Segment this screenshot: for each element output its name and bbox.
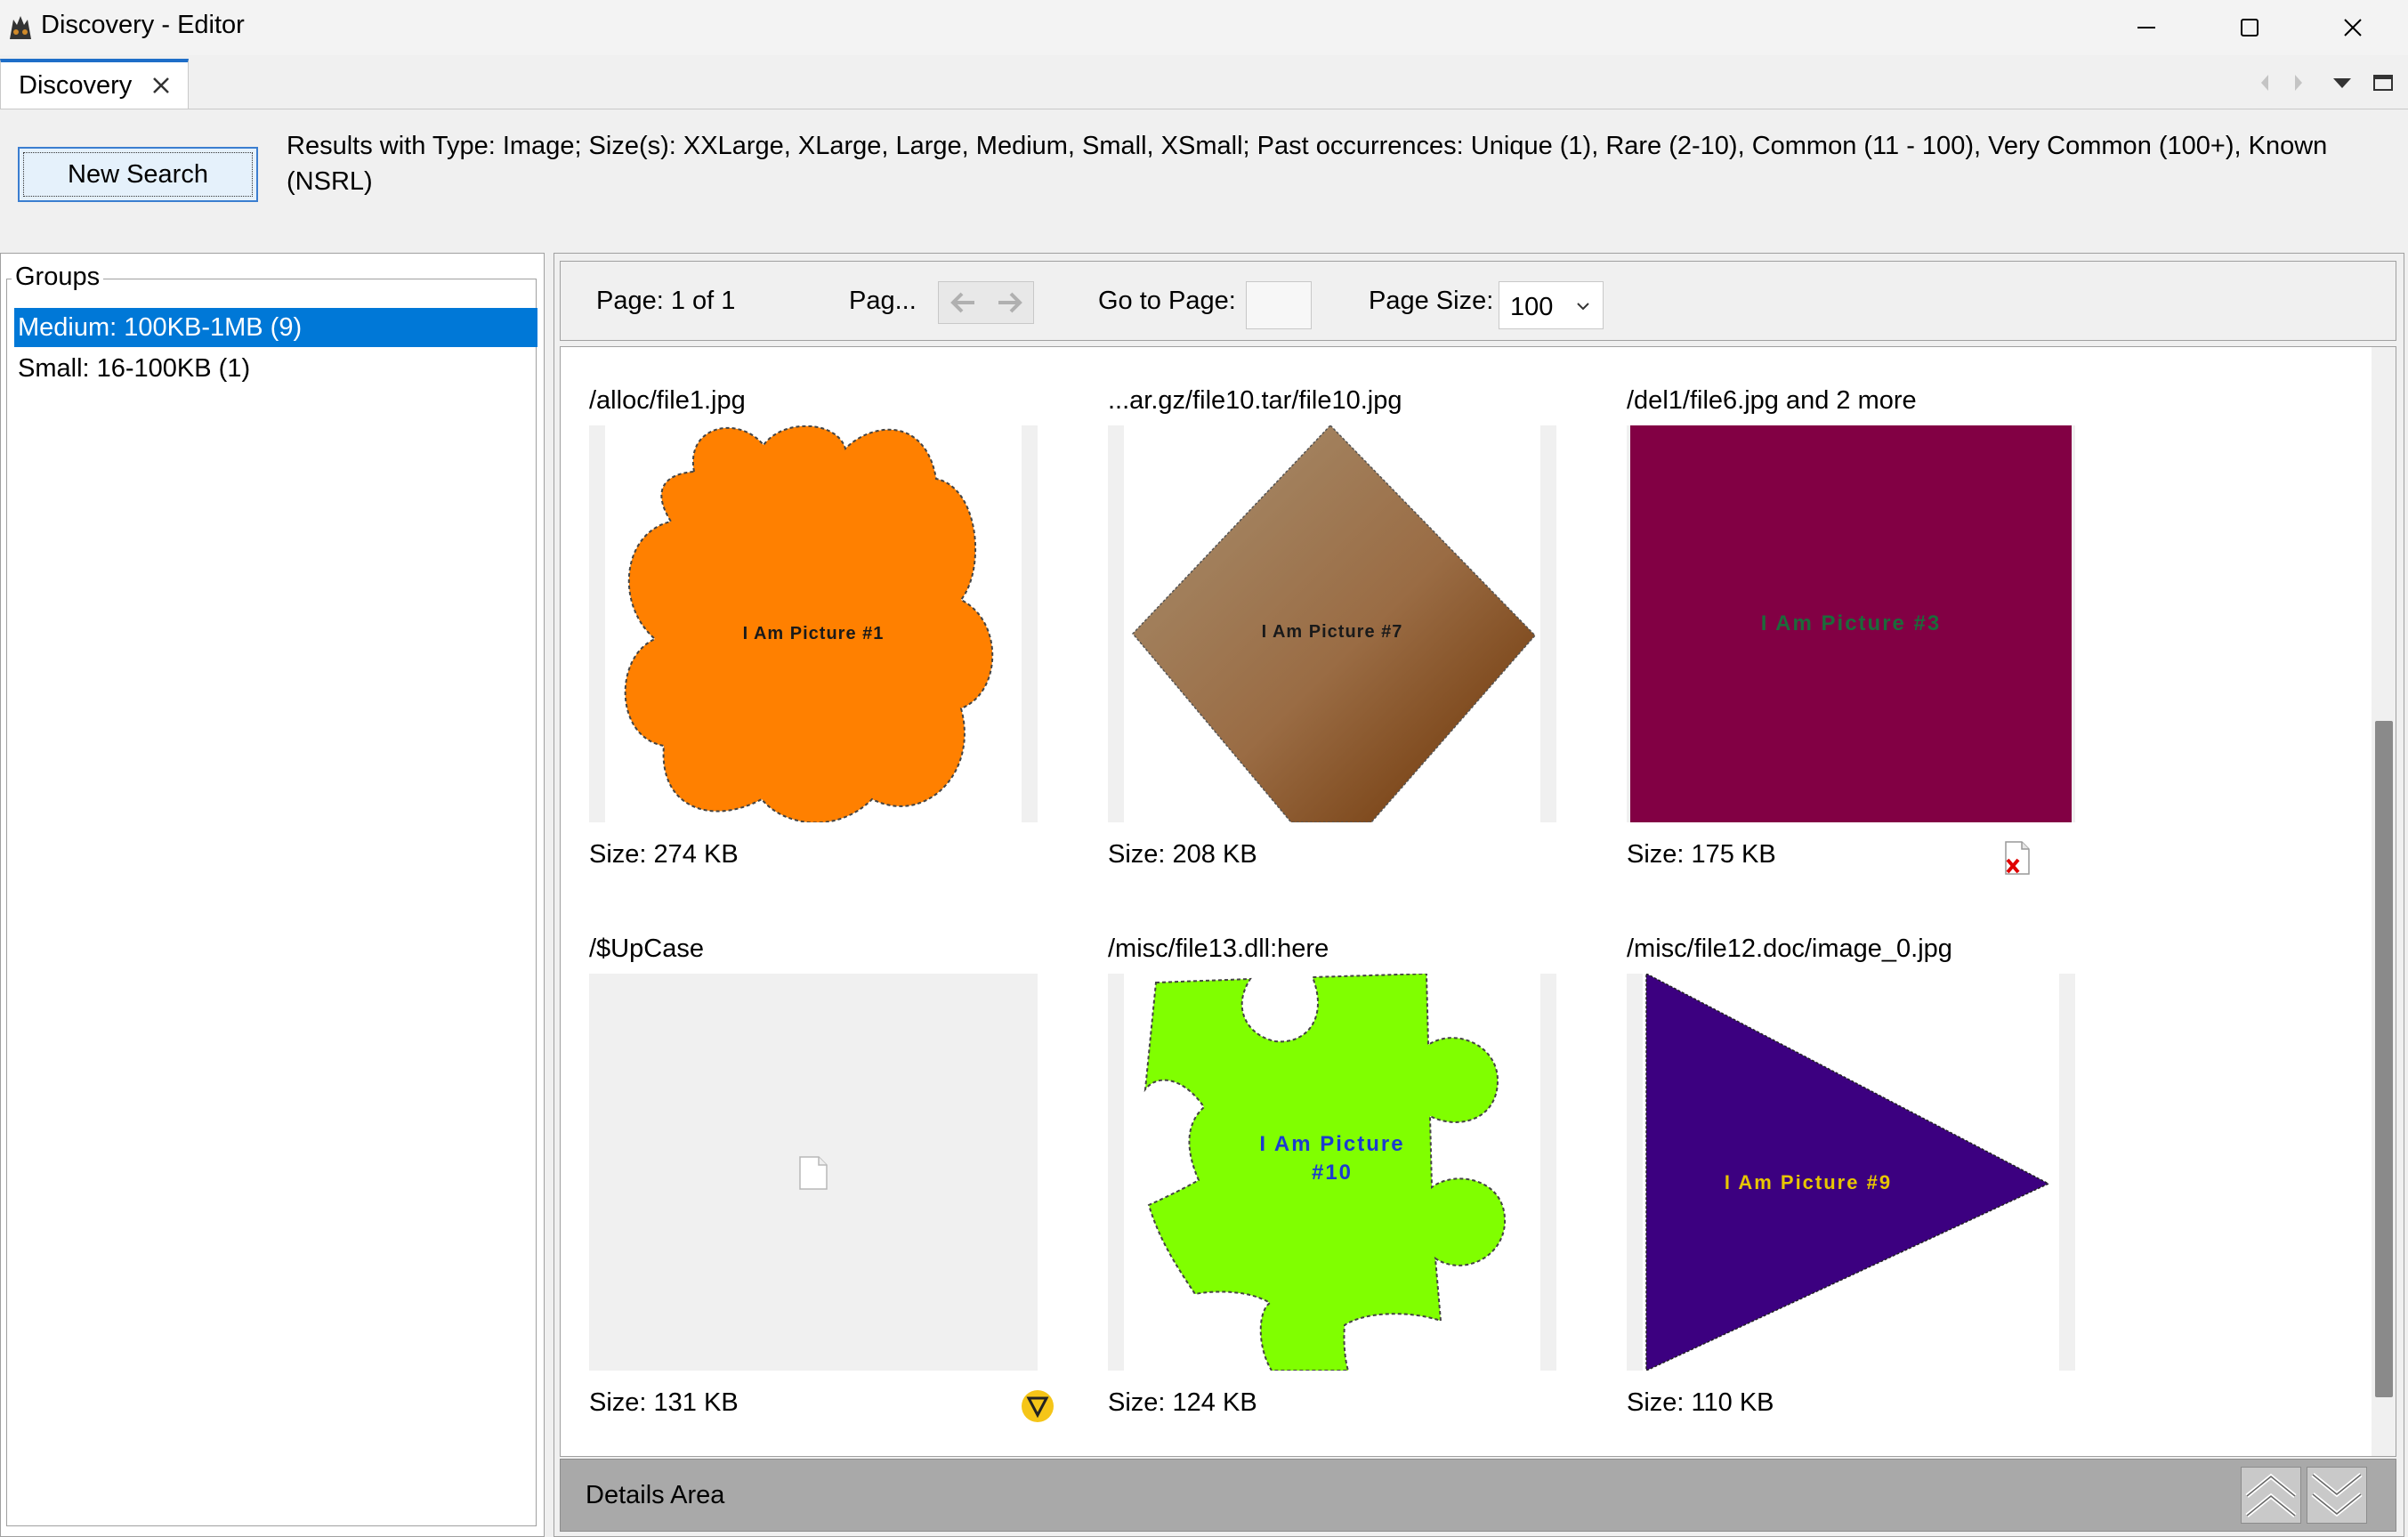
result-card[interactable]: /del1/file6.jpg and 2 more I Am Picture … bbox=[1627, 386, 2107, 902]
groups-list: Medium: 100KB-1MB (9) Small: 16-100KB (1… bbox=[6, 279, 537, 1526]
image-caption: I Am Picture #7 bbox=[1262, 622, 1403, 642]
result-path: /$UpCase bbox=[589, 934, 704, 963]
diamond-image: I Am Picture #7 bbox=[1131, 425, 1537, 822]
goto-page-label: Go to Page: bbox=[1098, 287, 1236, 315]
tab-discovery[interactable]: Discovery bbox=[0, 59, 189, 109]
flower-image: I Am Picture #1 bbox=[624, 425, 994, 822]
details-area: Details Area bbox=[560, 1459, 2396, 1532]
result-size: Size: 274 KB bbox=[589, 840, 739, 869]
double-chevron-up-icon bbox=[2245, 1473, 2297, 1517]
deleted-file-icon bbox=[2005, 841, 2030, 875]
title-bar: Discovery - Editor bbox=[0, 0, 2408, 55]
square-image: I Am Picture #3 bbox=[1761, 611, 1942, 635]
maximize-panel-button[interactable] bbox=[2365, 68, 2401, 98]
result-thumbnail[interactable]: I Am Picture #7 bbox=[1108, 425, 1556, 822]
result-size: Size: 175 KB bbox=[1627, 840, 1776, 869]
triangle-image: I Am Picture #9 bbox=[1645, 974, 2050, 1371]
groups-title: Groups bbox=[12, 263, 104, 292]
goto-page-input[interactable] bbox=[1246, 281, 1312, 329]
result-thumbnail[interactable] bbox=[589, 974, 1038, 1371]
result-path: /del1/file6.jpg and 2 more bbox=[1627, 386, 1917, 415]
result-card[interactable]: /misc/file13.dll:here I Am Picture #10 S… bbox=[1108, 934, 1588, 1451]
tab-list-dropdown-button[interactable] bbox=[2324, 68, 2360, 98]
groups-panel: Medium: 100KB-1MB (9) Small: 16-100KB (1… bbox=[0, 253, 545, 1537]
autopsy-app-icon bbox=[10, 16, 31, 39]
chevron-left-icon bbox=[2261, 75, 2268, 91]
window-title: Discovery - Editor bbox=[41, 11, 245, 39]
collapse-details-button[interactable] bbox=[2307, 1467, 2367, 1524]
chevron-down-icon bbox=[1577, 303, 1589, 311]
new-search-label: New Search bbox=[23, 152, 253, 197]
expand-details-button[interactable] bbox=[2241, 1467, 2301, 1524]
minimize-icon bbox=[2137, 27, 2155, 28]
result-card[interactable]: /$UpCase Size: 131 KB bbox=[589, 934, 1070, 1451]
image-caption: I Am Picture #10 bbox=[1259, 1132, 1405, 1185]
new-search-button[interactable]: New Search bbox=[18, 147, 258, 202]
image-caption: I Am Picture #3 bbox=[1761, 611, 1942, 635]
group-item-medium[interactable]: Medium: 100KB-1MB (9) bbox=[14, 308, 537, 347]
close-window-button[interactable] bbox=[2301, 0, 2404, 55]
result-path: /misc/file13.dll:here bbox=[1108, 934, 1329, 963]
results-grid: /alloc/file1.jpg I Am Picture #1 Size: 2… bbox=[560, 346, 2396, 1457]
blank-file-icon bbox=[799, 1156, 828, 1190]
result-size: Size: 208 KB bbox=[1108, 840, 1257, 869]
result-thumbnail[interactable]: I Am Picture #1 bbox=[589, 425, 1038, 822]
minimize-button[interactable] bbox=[2095, 0, 2198, 55]
result-size: Size: 124 KB bbox=[1108, 1388, 1257, 1417]
tab-label: Discovery bbox=[19, 71, 133, 100]
result-size: Size: 131 KB bbox=[589, 1388, 739, 1417]
group-item-small[interactable]: Small: 16-100KB (1) bbox=[14, 349, 537, 388]
scroll-tabs-right-button[interactable] bbox=[2283, 68, 2314, 98]
image-caption: I Am Picture #1 bbox=[743, 624, 885, 643]
page-truncated-label: Pag... bbox=[849, 287, 917, 315]
results-scrollbar[interactable] bbox=[2372, 347, 2396, 1456]
next-page-button[interactable] bbox=[986, 282, 1033, 323]
arrow-left-icon bbox=[949, 292, 974, 313]
search-criteria-text: Results with Type: Image; Size(s): XXLar… bbox=[287, 132, 2328, 196]
maximize-icon bbox=[2241, 19, 2259, 36]
result-thumbnail[interactable]: I Am Picture #10 bbox=[1108, 974, 1556, 1371]
result-path: /alloc/file1.jpg bbox=[589, 386, 746, 415]
previous-page-button[interactable] bbox=[939, 282, 986, 323]
double-chevron-down-icon bbox=[2311, 1473, 2363, 1517]
paging-toolbar: Page: 1 of 1 Pag... Go to Page: Page Siz… bbox=[560, 261, 2396, 341]
results-panel: Page: 1 of 1 Pag... Go to Page: Page Siz… bbox=[554, 253, 2404, 1537]
page-size-select[interactable]: 100 bbox=[1499, 281, 1604, 329]
image-caption: I Am Picture #9 bbox=[1725, 1171, 1892, 1193]
close-icon bbox=[2344, 19, 2362, 36]
page-indicator: Page: 1 of 1 bbox=[596, 287, 736, 315]
panel-splitter[interactable] bbox=[545, 253, 554, 1537]
result-thumbnail[interactable]: I Am Picture #3 bbox=[1627, 425, 2075, 822]
page-navigation bbox=[938, 281, 1034, 324]
result-size: Size: 110 KB bbox=[1627, 1388, 1774, 1417]
arrow-right-icon bbox=[998, 292, 1022, 313]
maximize-button[interactable] bbox=[2198, 0, 2301, 55]
results-scrollbar-thumb[interactable] bbox=[2375, 721, 2393, 1397]
tab-close-icon[interactable] bbox=[150, 75, 172, 96]
result-path: ...ar.gz/file10.tar/file10.jpg bbox=[1108, 386, 1402, 415]
page-size-label: Page Size: bbox=[1369, 287, 1494, 315]
puzzle-piece-image: I Am Picture #10 bbox=[1143, 974, 1507, 1371]
scroll-tabs-left-button[interactable] bbox=[2250, 68, 2280, 98]
window-icon bbox=[2373, 75, 2393, 91]
result-card[interactable]: /alloc/file1.jpg I Am Picture #1 Size: 2… bbox=[589, 386, 1070, 902]
details-area-label: Details Area bbox=[586, 1481, 725, 1509]
chevron-down-icon bbox=[2333, 78, 2351, 88]
chevron-right-icon bbox=[2295, 75, 2302, 91]
result-thumbnail[interactable]: I Am Picture #9 bbox=[1627, 974, 2075, 1371]
result-path: /misc/file12.doc/image_0.jpg bbox=[1627, 934, 1952, 963]
editor-tab-row: Discovery bbox=[0, 55, 2408, 109]
result-card[interactable]: ...ar.gz/file10.tar/file10.jpg I Am Pict… bbox=[1108, 386, 1588, 902]
warning-icon bbox=[1022, 1390, 1054, 1422]
result-card[interactable]: /misc/file12.doc/image_0.jpg I Am Pictur… bbox=[1627, 934, 2107, 1451]
page-size-value: 100 bbox=[1510, 293, 1554, 321]
